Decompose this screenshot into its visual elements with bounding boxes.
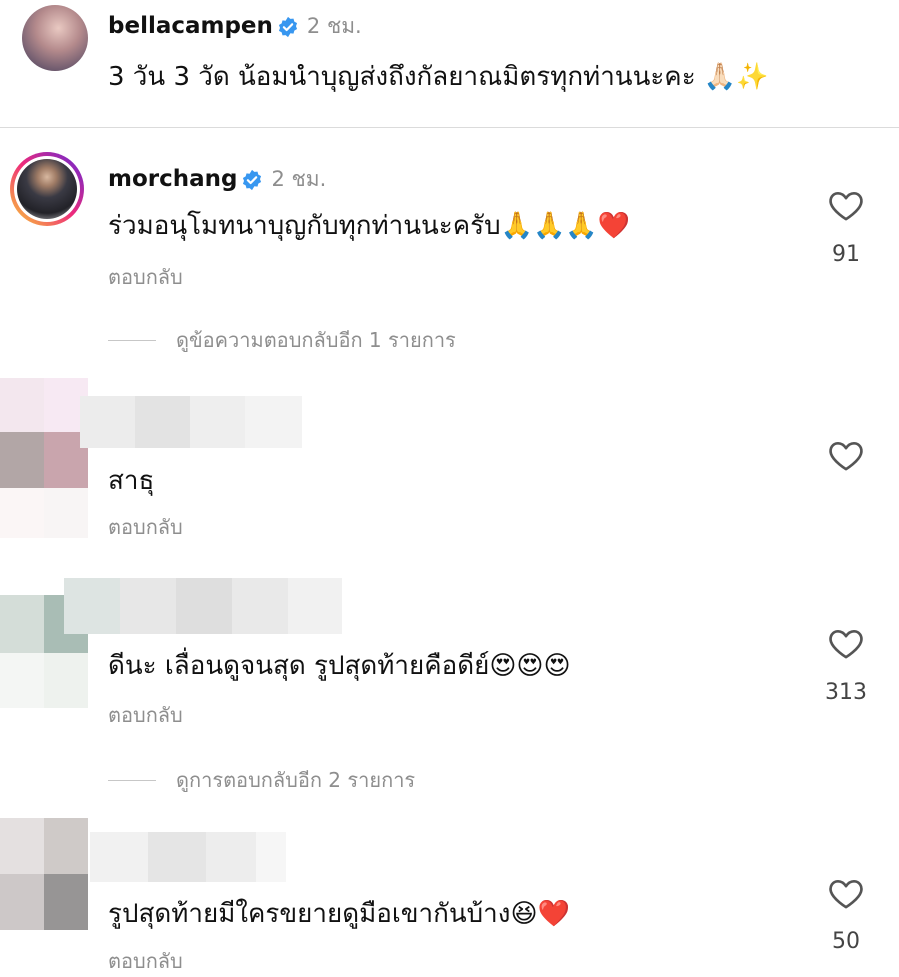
view-replies-line (108, 779, 156, 781)
heart-icon[interactable] (826, 623, 866, 663)
reply-button[interactable]: ตอบกลับ (108, 945, 183, 977)
comment-header: morchang 2 ชม. (108, 163, 326, 196)
post-author-username[interactable]: bellacampen (108, 13, 273, 39)
view-replies-button[interactable]: ดูข้อความตอบกลับอีก 1 รายการ (108, 324, 456, 356)
view-replies-label: ดูข้อความตอบกลับอีก 1 รายการ (176, 328, 456, 352)
like-count[interactable]: 313 (816, 680, 876, 705)
heart-icon[interactable] (826, 435, 866, 475)
post-author-avatar[interactable] (22, 5, 88, 71)
view-replies-button[interactable]: ดูการตอบกลับอีก 2 รายการ (108, 764, 415, 796)
comment-text: รูปสุดท้ายมีใครขยายดูมือเขากันบ้าง😆❤️ (108, 899, 570, 929)
view-replies-line (108, 339, 156, 341)
verified-badge-icon (241, 169, 263, 195)
comment-text: ร่วมอนุโมทนาบุญกับทุกท่านนะครับ🙏🙏🙏❤️ (108, 211, 631, 241)
commenter-username[interactable]: morchang (108, 166, 237, 192)
commenter-avatar-morchang[interactable] (10, 152, 84, 226)
heart-icon[interactable] (826, 185, 866, 225)
post-caption: 3 วัน 3 วัด น้อมนำบุญส่งถึงกัลยาณมิตรทุก… (108, 62, 769, 92)
comment-text: สาธุ (108, 466, 155, 496)
comment-text: ดีนะ เลื่อนดูจนสุด รูปสุดท้ายคือดีย์😍😍😍 (108, 651, 571, 681)
like-count[interactable]: 50 (816, 929, 876, 954)
verified-badge-icon (277, 16, 299, 42)
comment-time: 2 ชม. (271, 167, 327, 191)
post-time: 2 ชม. (306, 14, 362, 38)
avatar-photo (17, 159, 77, 219)
caption-divider (0, 127, 899, 128)
like-count[interactable]: 91 (816, 242, 876, 267)
view-replies-label: ดูการตอบกลับอีก 2 รายการ (176, 768, 416, 792)
post-header: bellacampen 2 ชม. (108, 10, 362, 43)
reply-button[interactable]: ตอบกลับ (108, 699, 183, 731)
reply-button[interactable]: ตอบกลับ (108, 261, 183, 293)
heart-icon[interactable] (826, 873, 866, 913)
reply-button[interactable]: ตอบกลับ (108, 511, 183, 543)
